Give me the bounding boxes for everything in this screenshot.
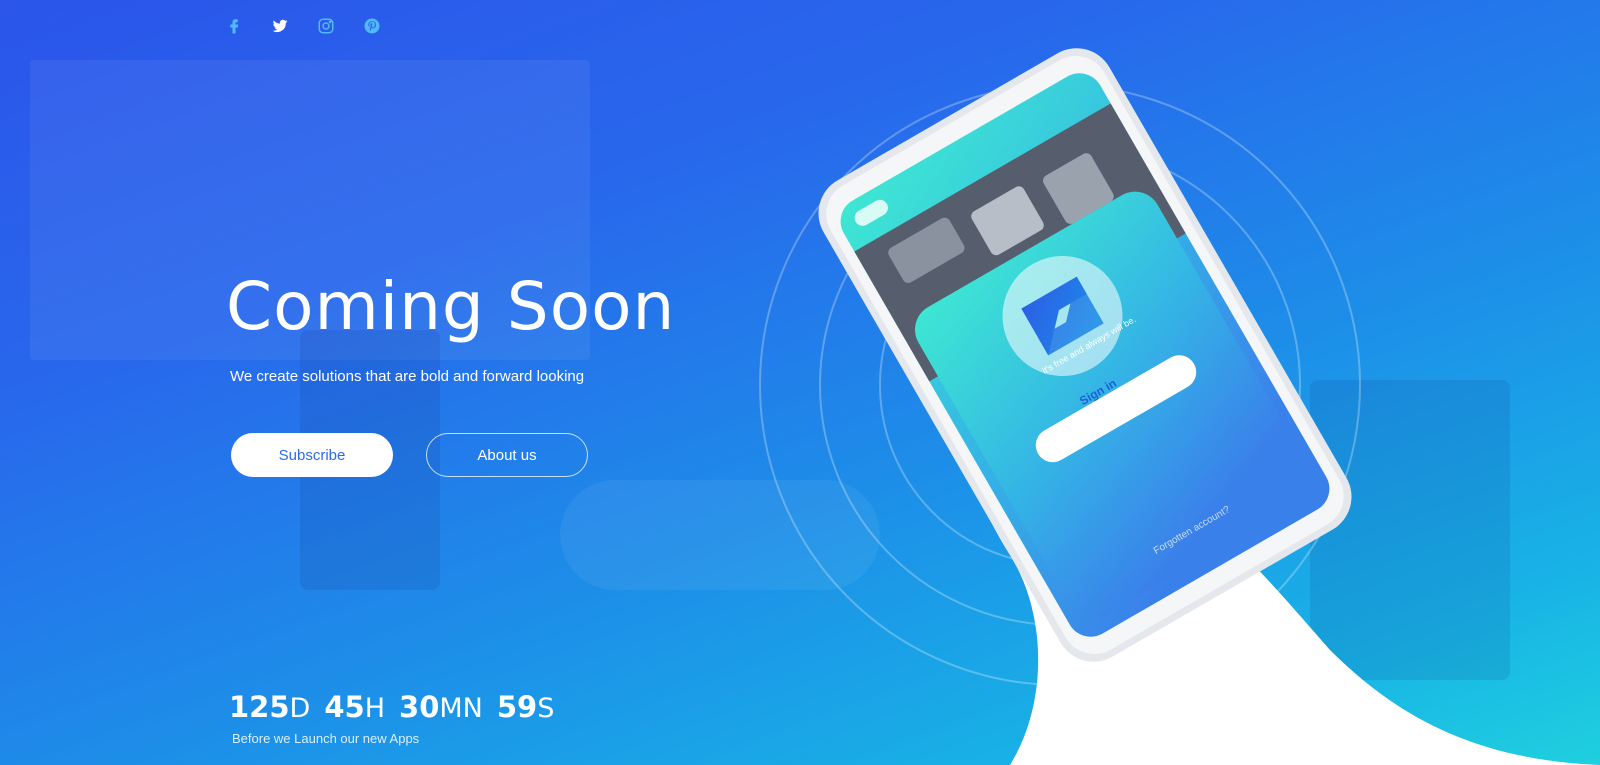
page-subtitle: We create solutions that are bold and fo…: [230, 368, 585, 385]
page-title: Coming Soon: [226, 268, 676, 345]
about-us-button[interactable]: About us: [426, 433, 588, 477]
countdown-hours: 45 H: [324, 690, 386, 724]
countdown-timer: 125 D 45 H 30 MN 59 S: [229, 690, 554, 724]
social-links: [222, 14, 384, 38]
coming-soon-page: it's free and always will be. Sign in Cr…: [0, 0, 1600, 765]
pinterest-icon[interactable]: [360, 14, 384, 38]
countdown-caption: Before we Launch our new Apps: [232, 731, 420, 746]
countdown-minutes: 30 MN: [399, 690, 483, 724]
twitter-icon[interactable]: [268, 14, 292, 38]
facebook-icon[interactable]: [222, 14, 246, 38]
countdown-seconds: 59 S: [496, 690, 555, 724]
countdown-days: 125 D: [229, 690, 311, 724]
subscribe-button[interactable]: Subscribe: [231, 433, 393, 477]
instagram-icon[interactable]: [314, 14, 338, 38]
